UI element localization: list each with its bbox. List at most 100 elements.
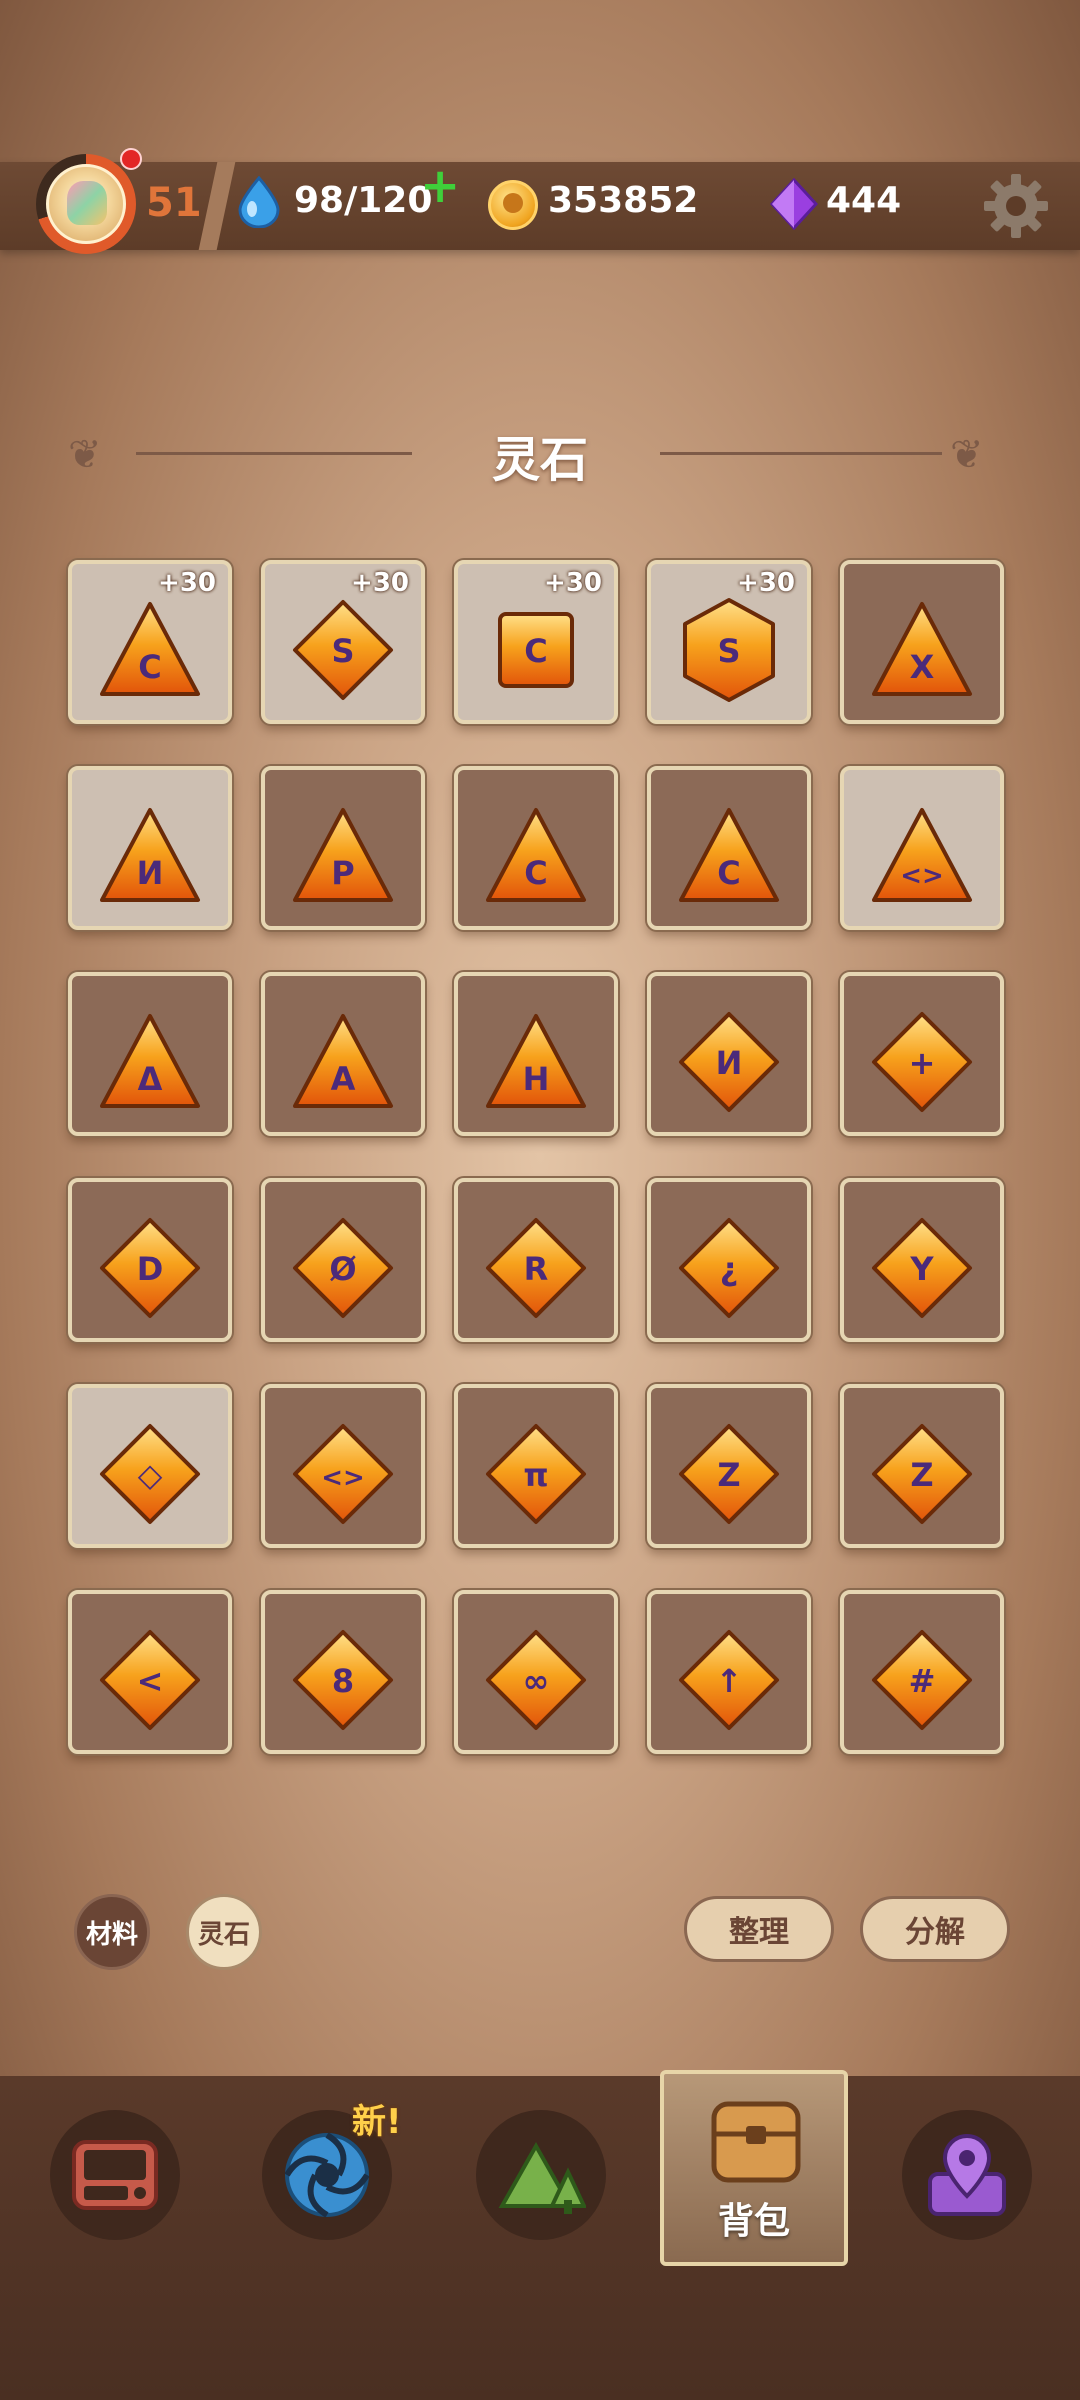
spirit-stone-triangle-icon: <> — [872, 808, 972, 902]
spirit-stone-diamond-icon: Ø — [293, 1218, 393, 1318]
inventory-slot[interactable]: ◇ — [68, 1384, 232, 1548]
nav-location[interactable] — [902, 2110, 1032, 2240]
rune-symbol: ∞ — [523, 1662, 550, 1700]
inventory-slot[interactable]: Δ — [68, 972, 232, 1136]
ornament-right: ❦ — [950, 432, 984, 478]
paw-icon — [503, 193, 523, 213]
spirit-stone-triangle-icon: C — [679, 808, 779, 902]
rune-symbol: Ϲ — [524, 632, 547, 670]
rune-symbol: R — [524, 1250, 549, 1288]
spirit-stone-diamond-icon: Υ — [872, 1218, 972, 1318]
spirit-stone-diamond-icon: 8 — [293, 1630, 393, 1730]
rune-symbol: H — [523, 1060, 550, 1098]
decompose-button[interactable]: 分解 — [860, 1896, 1010, 1962]
nav-backpack-label: 背包 — [717, 2201, 790, 2242]
rune-symbol: Δ — [138, 1060, 163, 1098]
spirit-stone-diamond-icon: ◇ — [100, 1424, 200, 1524]
page-title: 灵石 — [491, 432, 588, 488]
inventory-slot[interactable]: X — [840, 560, 1004, 724]
sort-button[interactable]: 整理 — [684, 1896, 834, 1962]
notification-dot — [120, 148, 142, 170]
spirit-stone-triangle-icon: P — [293, 808, 393, 902]
inventory-slot[interactable]: +30 Ϲ — [68, 560, 232, 724]
gem-icon — [770, 178, 818, 230]
rune-symbol: Z — [717, 1456, 740, 1494]
inventory-slot[interactable]: + — [840, 972, 1004, 1136]
inventory-slot[interactable]: +30 S — [647, 560, 811, 724]
portal-icon — [284, 2132, 370, 2218]
inventory-slot[interactable]: < — [68, 1590, 232, 1754]
rune-symbol: И — [716, 1044, 743, 1082]
inventory-slot[interactable]: Υ — [840, 1178, 1004, 1342]
gear-icon[interactable] — [982, 172, 1050, 240]
coin-value: 353852 — [548, 180, 699, 221]
inventory-slot[interactable]: Z — [647, 1384, 811, 1548]
rune-symbol: C — [717, 854, 740, 892]
inventory-slot[interactable]: D — [68, 1178, 232, 1342]
rune-symbol: Υ — [909, 1250, 934, 1288]
spirit-stone-diamond-icon: <> — [293, 1424, 393, 1524]
avatar[interactable] — [46, 164, 126, 244]
rune-symbol: ¿ — [720, 1250, 739, 1288]
rune-symbol: <> — [321, 1463, 365, 1493]
spirit-stone-diamond-icon: Z — [679, 1424, 779, 1524]
rune-symbol: Ϲ — [138, 648, 161, 686]
spirit-stone-square-icon: Ϲ — [498, 612, 574, 688]
spirit-stone-triangle-icon: Δ — [100, 1014, 200, 1108]
rune-symbol: C — [524, 854, 547, 892]
mountain-icon — [498, 2141, 586, 2214]
spirit-stone-diamond-icon: ∞ — [486, 1630, 586, 1730]
spirit-stone-diamond-icon: + — [872, 1012, 972, 1112]
rune-symbol: X — [910, 648, 935, 686]
nav-tablet[interactable] — [50, 2110, 180, 2240]
inventory-slot[interactable]: Z — [840, 1384, 1004, 1548]
inventory-slot[interactable]: ¿ — [647, 1178, 811, 1342]
inventory-slot[interactable]: P — [261, 766, 425, 930]
inventory-slot[interactable]: A — [261, 972, 425, 1136]
inventory-slot[interactable]: ∞ — [454, 1590, 618, 1754]
rune-symbol: S — [331, 632, 354, 670]
rune-symbol: # — [909, 1662, 936, 1700]
inventory-slot[interactable]: Ø — [261, 1178, 425, 1342]
rune-symbol: P — [331, 854, 354, 892]
inventory-slot[interactable]: +30 Ϲ — [454, 560, 618, 724]
filter-spirit-stones[interactable]: 灵石 — [186, 1894, 262, 1970]
avatar-image — [67, 181, 107, 225]
nav-map[interactable] — [476, 2110, 606, 2240]
inventory-slot[interactable]: π — [454, 1384, 618, 1548]
spirit-stone-diamond-icon: ¿ — [679, 1218, 779, 1318]
inventory-slot[interactable]: +30 S — [261, 560, 425, 724]
nav-backpack[interactable]: 背包 — [660, 2070, 848, 2266]
inventory-slot[interactable]: C — [454, 766, 618, 930]
spirit-stone-diamond-icon: ↑ — [679, 1630, 779, 1730]
inventory-slot[interactable]: <> — [840, 766, 1004, 930]
inventory-slot[interactable]: H — [454, 972, 618, 1136]
rune-symbol: A — [331, 1060, 356, 1098]
rune-symbol: Ø — [329, 1250, 356, 1288]
inventory-slot[interactable]: <> — [261, 1384, 425, 1548]
inventory-slot[interactable]: И — [68, 766, 232, 930]
chest-icon — [711, 2101, 801, 2183]
add-energy-button[interactable]: + — [420, 162, 460, 210]
rune-symbol: Z — [910, 1456, 933, 1494]
inventory-slot[interactable]: R — [454, 1178, 618, 1342]
inventory-slot[interactable]: C — [647, 766, 811, 930]
inventory-slot[interactable]: # — [840, 1590, 1004, 1754]
filter-materials[interactable]: 材料 — [74, 1894, 150, 1970]
spirit-stone-diamond-icon: D — [100, 1218, 200, 1318]
spirit-stone-triangle-icon: X — [872, 602, 972, 696]
inventory-slot[interactable]: И — [647, 972, 811, 1136]
spirit-stone-triangle-icon: C — [486, 808, 586, 902]
inventory-slot[interactable]: ↑ — [647, 1590, 811, 1754]
spirit-stone-diamond-icon: S — [293, 600, 393, 700]
inventory-slot[interactable]: 8 — [261, 1590, 425, 1754]
spirit-stone-triangle-icon: A — [293, 1014, 393, 1108]
divider — [198, 162, 236, 250]
energy-value: 98/120 — [294, 180, 433, 221]
location-pin-icon — [928, 2133, 1006, 2216]
drop-icon — [238, 176, 280, 228]
player-level: 51 — [146, 180, 202, 226]
rune-symbol: И — [137, 854, 164, 892]
rune-symbol: + — [909, 1044, 936, 1082]
spirit-stone-diamond-icon: < — [100, 1630, 200, 1730]
